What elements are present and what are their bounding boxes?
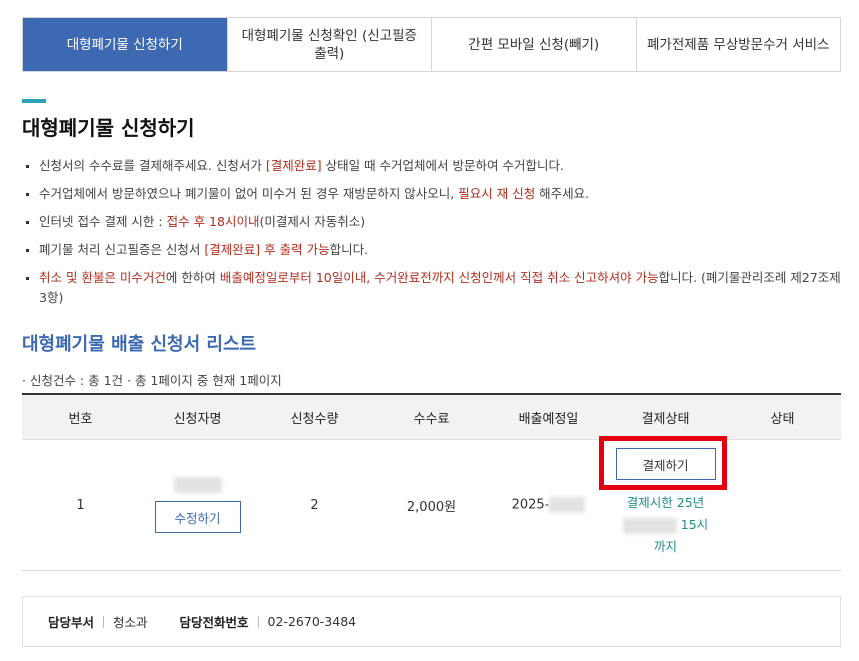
header-date: 배출예정일: [518, 411, 579, 427]
cell-applicant: 수정하기: [139, 440, 256, 570]
list-title: 대형폐기물 배출 신청서 리스트: [22, 334, 257, 355]
header-no: 번호: [68, 411, 93, 427]
application-count: · 신청건수 : 총 1건 · 총 1페이지 중 현재 1페이지: [22, 373, 282, 388]
cell-payment-status: 결제하기 결제시한 25년 15시 까지: [598, 436, 727, 570]
edit-button[interactable]: 수정하기: [154, 501, 241, 533]
divider: [257, 615, 259, 628]
cell-quantity: 2: [310, 497, 319, 513]
tab-mobile-apply[interactable]: 간편 모바일 신청(빼기): [431, 18, 636, 71]
tab-appliance-pickup[interactable]: 폐가전제품 무상방문수거 서비스: [635, 18, 840, 71]
header-fee: 수수료: [413, 411, 450, 427]
tab-bar: 대형폐기물 신청하기 대형폐기물 신청확인 (신고필증 출력) 간편 모바일 신…: [22, 17, 841, 72]
pay-button[interactable]: 결제하기: [615, 448, 716, 480]
phone-label: 담당전화번호: [179, 615, 249, 630]
cell-status: [724, 440, 841, 570]
notice-list: 신청서의 수수료를 결제해주세요. 신청서가 [결제완료] 상태일 때 수거업체…: [24, 156, 842, 308]
header-status: 상태: [770, 411, 795, 427]
dept-value: 청소과: [113, 615, 148, 630]
notice-item: 신청서의 수수료를 결제해주세요. 신청서가 [결제완료] 상태일 때 수거업체…: [24, 156, 842, 176]
table-row: 1 수정하기 2 2,000원 2025- 결제하기 결제시한 25년 15시 …: [22, 436, 841, 570]
application-table: 번호 신청자명 신청수량 수수료 배출예정일 결제상태 상태 1 수정하기 2 …: [22, 393, 841, 571]
divider: [103, 615, 105, 628]
page-title: 대형폐기물 신청하기: [22, 116, 195, 140]
notice-item: 폐기물 처리 신고필증은 신청서 [결제완료] 후 출력 가능합니다.: [24, 240, 842, 260]
payment-deadline: 결제시한 25년 15시 까지: [622, 492, 708, 558]
tab-apply-check[interactable]: 대형폐기물 신청확인 (신고필증 출력): [226, 18, 431, 71]
redacted-name: [173, 477, 222, 493]
header-quantity: 신청수량: [290, 411, 339, 427]
header-applicant: 신청자명: [173, 411, 222, 427]
tab-apply[interactable]: 대형폐기물 신청하기: [23, 18, 227, 71]
table-header: 번호 신청자명 신청수량 수수료 배출예정일 결제상태 상태: [22, 395, 841, 440]
cell-fee: 2,000원: [406, 499, 457, 515]
notice-item: 취소 및 환불은 미수거건에 한하여 배출예정일로부터 10일이내, 수거완료전…: [24, 268, 842, 308]
title-accent-bar: [22, 99, 46, 103]
header-payment-status: 결제상태: [641, 411, 690, 427]
notice-item: 수거업체에서 방문하였으나 폐기물이 없어 미수거 된 경우 재방문하지 않사오…: [24, 184, 842, 204]
cell-date: 2025-: [490, 440, 607, 570]
notice-item: 인터넷 접수 결제 시한 : 접수 후 18시이내(미결제시 자동취소): [24, 212, 842, 232]
dept-label: 담당부서: [48, 615, 95, 630]
contact-footer: 담당부서 청소과 담당전화번호 02-2670-3484: [22, 596, 841, 647]
phone-value: 02-2670-3484: [267, 614, 357, 629]
cell-no: 1: [76, 497, 85, 513]
redacted-deadline: [622, 517, 677, 534]
pay-button-wrap: 결제하기: [598, 436, 727, 490]
redacted-date: [549, 497, 586, 513]
